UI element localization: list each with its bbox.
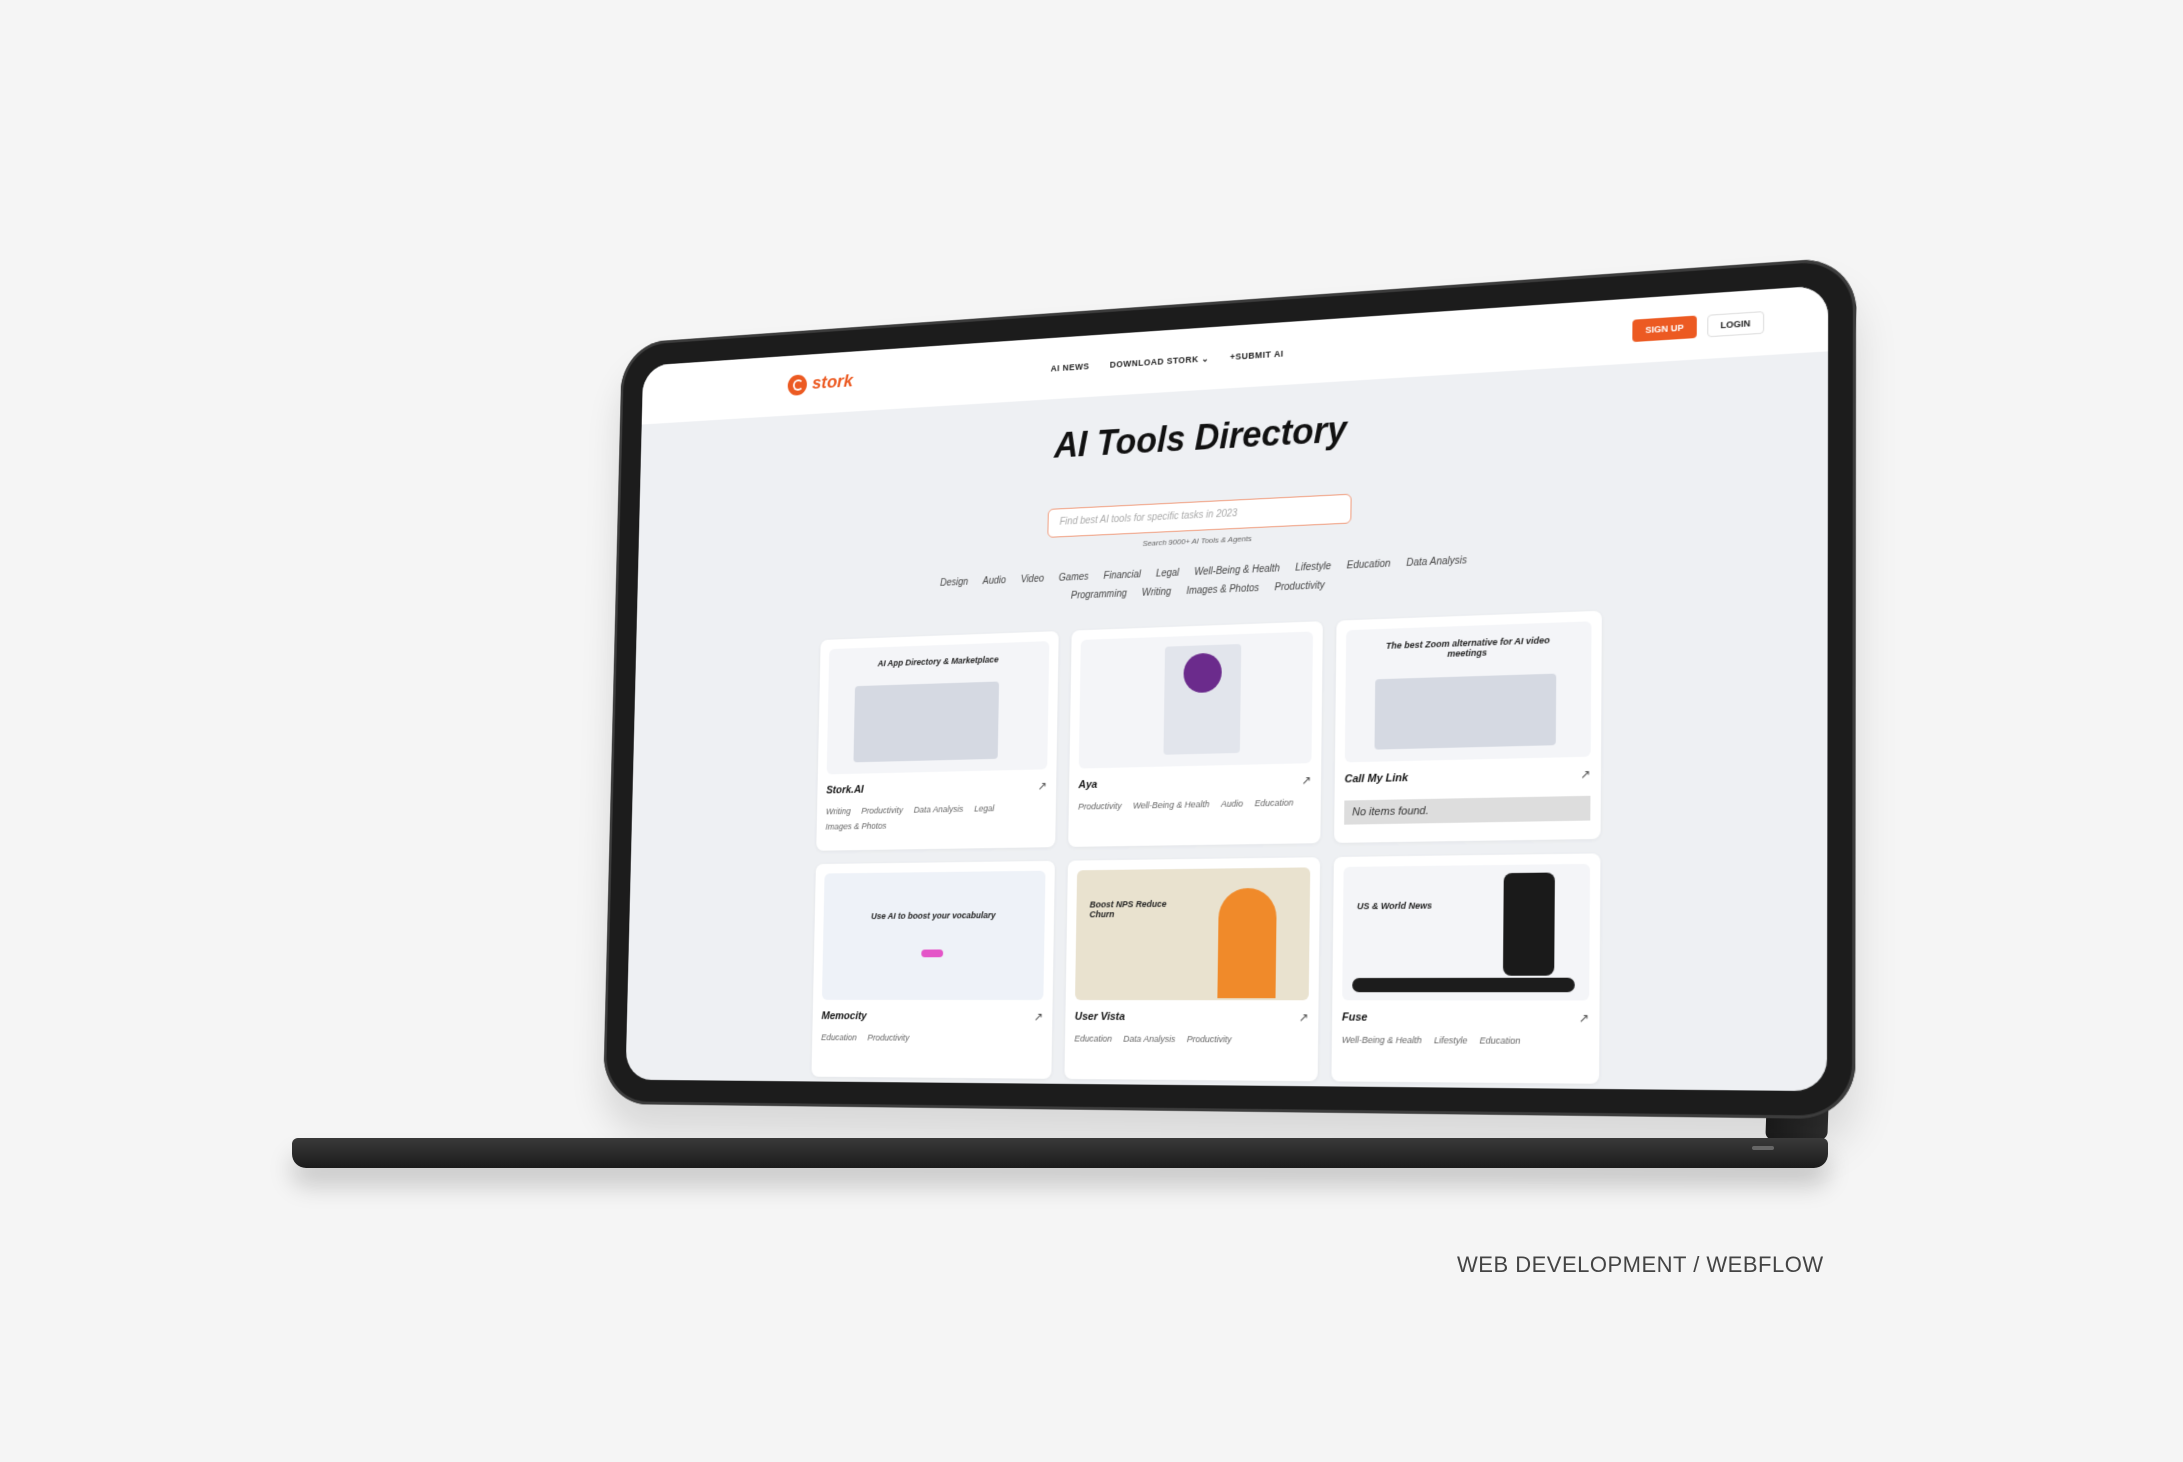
signup-button[interactable]: SIGN UP bbox=[1632, 315, 1697, 343]
tool-card-aya[interactable]: Aya ↗ Productivity Well-Being & Health A… bbox=[1068, 621, 1323, 847]
tag[interactable]: Writing bbox=[826, 806, 851, 816]
tag[interactable]: Legal bbox=[974, 803, 994, 813]
tool-card-call-my-link[interactable]: The best Zoom alternative for AI video m… bbox=[1334, 610, 1602, 843]
card-tags: Education Data Analysis Productivity bbox=[1074, 1034, 1308, 1045]
category-programming[interactable]: Programming bbox=[1071, 589, 1127, 602]
card-title: Memocity bbox=[821, 1010, 867, 1023]
tag[interactable]: Audio bbox=[1221, 799, 1243, 809]
card-thumbnail: The best Zoom alternative for AI video m… bbox=[1344, 621, 1592, 763]
external-arrow-icon[interactable]: ↗ bbox=[1034, 1010, 1044, 1024]
external-arrow-icon[interactable]: ↗ bbox=[1301, 773, 1311, 787]
mockup-stage: stork AI NEWS DOWNLOAD STORK ⌄ +SUBMIT A… bbox=[0, 0, 2183, 1462]
tag[interactable]: Productivity bbox=[867, 1033, 909, 1043]
external-arrow-icon[interactable]: ↗ bbox=[1579, 1011, 1590, 1026]
category-writing[interactable]: Writing bbox=[1142, 587, 1172, 599]
nav-download-stork[interactable]: DOWNLOAD STORK ⌄ bbox=[1110, 353, 1210, 370]
tool-card-fuse[interactable]: US & World News Fuse ↗ Well-Being & Heal… bbox=[1331, 853, 1601, 1084]
keyboard-port bbox=[1752, 1146, 1774, 1150]
card-header: Memocity ↗ bbox=[821, 1009, 1044, 1024]
category-filters: Design Audio Video Games Financial Legal… bbox=[937, 555, 1470, 607]
card-tags: Education Productivity bbox=[821, 1032, 1043, 1043]
logo-text: stork bbox=[811, 371, 854, 394]
category-images-photos[interactable]: Images & Photos bbox=[1186, 583, 1259, 597]
tools-grid: AI App Directory & Marketplace Stork.AI … bbox=[811, 610, 1602, 1084]
category-audio[interactable]: Audio bbox=[983, 575, 1006, 587]
stork-logo-icon bbox=[787, 374, 808, 396]
card-header: Fuse ↗ bbox=[1341, 1010, 1590, 1026]
tag[interactable]: Data Analysis bbox=[914, 804, 964, 815]
card-header: Call My Link ↗ bbox=[1345, 767, 1591, 787]
project-caption: WEB DEVELOPMENT / WEBFLOW bbox=[1457, 1252, 1824, 1277]
tag[interactable]: Education bbox=[821, 1032, 857, 1042]
category-games[interactable]: Games bbox=[1059, 572, 1089, 584]
tag[interactable]: Data Analysis bbox=[1123, 1034, 1175, 1044]
card-caption: US & World News bbox=[1356, 900, 1433, 912]
nav-ai-news[interactable]: AI NEWS bbox=[1051, 361, 1090, 374]
card-title: Aya bbox=[1078, 778, 1098, 792]
tool-card-user-vista[interactable]: Boost NPS Reduce Churn User Vista ↗ Educ… bbox=[1064, 857, 1321, 1082]
tablet-screen: stork AI NEWS DOWNLOAD STORK ⌄ +SUBMIT A… bbox=[625, 285, 1829, 1092]
empty-state: No items found. bbox=[1344, 795, 1591, 825]
site-logo[interactable]: stork bbox=[787, 371, 854, 396]
card-caption: Boost NPS Reduce Churn bbox=[1089, 898, 1167, 920]
tag[interactable]: Productivity bbox=[1078, 801, 1122, 812]
external-arrow-icon[interactable]: ↗ bbox=[1580, 767, 1590, 782]
tablet-frame: stork AI NEWS DOWNLOAD STORK ⌄ +SUBMIT A… bbox=[602, 256, 1857, 1120]
tag[interactable]: Education bbox=[1479, 1035, 1520, 1046]
card-thumbnail: US & World News bbox=[1342, 863, 1591, 1001]
card-header: Stork.AI ↗ bbox=[826, 779, 1047, 797]
nav-actions: SIGN UP LOGIN bbox=[1632, 311, 1765, 343]
category-video[interactable]: Video bbox=[1021, 574, 1045, 586]
card-caption: The best Zoom alternative for AI video m… bbox=[1385, 635, 1550, 659]
card-thumbnail: AI App Directory & Marketplace bbox=[826, 641, 1050, 775]
nav-links: AI NEWS DOWNLOAD STORK ⌄ +SUBMIT AI bbox=[1051, 348, 1284, 374]
tag[interactable]: Well-Being & Health bbox=[1133, 799, 1209, 810]
card-header: User Vista ↗ bbox=[1074, 1010, 1309, 1024]
card-caption: AI App Directory & Marketplace bbox=[877, 654, 999, 669]
card-title: User Vista bbox=[1074, 1010, 1126, 1023]
category-design[interactable]: Design bbox=[940, 577, 968, 589]
tag[interactable]: Images & Photos bbox=[825, 821, 886, 832]
card-tags: Well-Being & Health Lifestyle Education bbox=[1342, 1035, 1589, 1046]
tag[interactable]: Education bbox=[1255, 798, 1294, 809]
nav-submit-ai[interactable]: +SUBMIT AI bbox=[1230, 348, 1284, 362]
external-arrow-icon[interactable]: ↗ bbox=[1299, 1010, 1309, 1024]
category-data-analysis[interactable]: Data Analysis bbox=[1406, 555, 1467, 569]
category-wellbeing[interactable]: Well-Being & Health bbox=[1194, 563, 1280, 578]
card-title: Stork.AI bbox=[826, 784, 864, 797]
category-legal[interactable]: Legal bbox=[1156, 568, 1179, 580]
tablet-wrap: stork AI NEWS DOWNLOAD STORK ⌄ +SUBMIT A… bbox=[540, 256, 1880, 1130]
category-education[interactable]: Education bbox=[1347, 559, 1391, 572]
tag[interactable]: Productivity bbox=[861, 805, 903, 815]
card-caption: Use AI to boost your vocabulary bbox=[870, 910, 996, 921]
card-header: Aya ↗ bbox=[1078, 773, 1311, 792]
card-title: Call My Link bbox=[1344, 772, 1409, 786]
card-tags: Writing Productivity Data Analysis Legal… bbox=[825, 802, 1046, 831]
tag[interactable]: Lifestyle bbox=[1434, 1035, 1467, 1045]
card-thumbnail: Boost NPS Reduce Churn bbox=[1075, 867, 1311, 1001]
tag[interactable]: Productivity bbox=[1187, 1034, 1232, 1044]
keyboard-base bbox=[292, 1138, 1828, 1168]
card-thumbnail bbox=[1078, 631, 1313, 769]
tag[interactable]: Education bbox=[1074, 1034, 1112, 1044]
category-lifestyle[interactable]: Lifestyle bbox=[1295, 561, 1331, 573]
card-title: Fuse bbox=[1341, 1011, 1368, 1024]
tool-card-stork-ai[interactable]: AI App Directory & Marketplace Stork.AI … bbox=[816, 631, 1059, 851]
login-button[interactable]: LOGIN bbox=[1706, 311, 1765, 338]
tag[interactable]: Well-Being & Health bbox=[1342, 1035, 1422, 1046]
category-financial[interactable]: Financial bbox=[1103, 569, 1141, 581]
external-arrow-icon[interactable]: ↗ bbox=[1037, 779, 1047, 793]
tool-card-memocity[interactable]: Use AI to boost your vocabulary Memocity… bbox=[811, 860, 1055, 1079]
card-thumbnail: Use AI to boost your vocabulary bbox=[821, 870, 1046, 1001]
category-productivity[interactable]: Productivity bbox=[1274, 580, 1324, 593]
card-tags: Productivity Well-Being & Health Audio E… bbox=[1078, 797, 1311, 812]
